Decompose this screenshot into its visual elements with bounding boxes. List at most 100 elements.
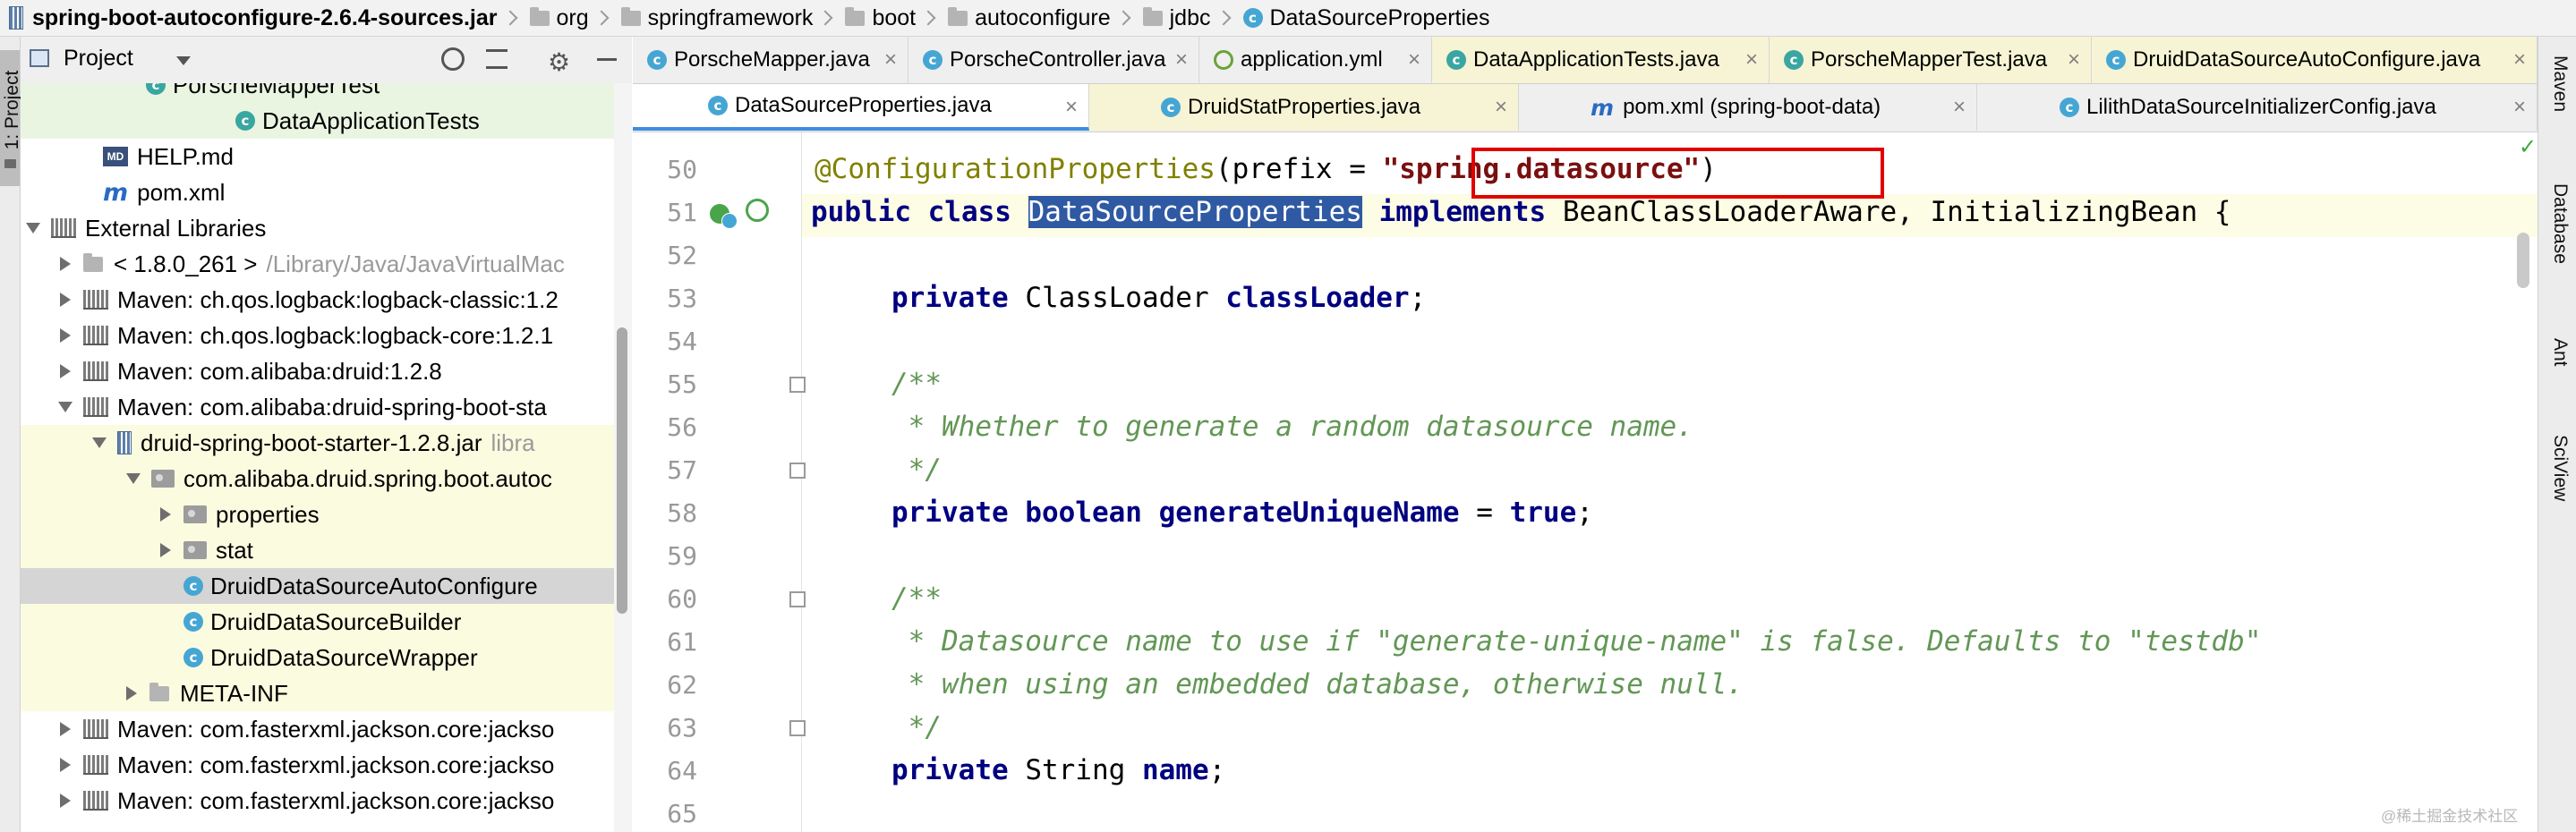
close-icon[interactable]: × (884, 47, 897, 72)
tree-item[interactable]: c PorscheMapperTest (21, 83, 614, 103)
class-icon: c (183, 648, 203, 667)
tree-item[interactable]: Maven: ch.qos.logback:logback-classic:1.… (21, 282, 614, 318)
breadcrumb: spring-boot-autoconfigure-2.6.4-sources.… (0, 0, 2576, 37)
ant-tool-button[interactable]: Ant (2542, 338, 2571, 367)
keyword: true (1509, 497, 1577, 529)
chevron-right-icon[interactable] (60, 257, 71, 271)
line-number: 58 (667, 498, 697, 528)
line-number: 65 (667, 799, 697, 828)
library-icon (83, 326, 108, 345)
fold-marker-icon[interactable] (789, 720, 806, 736)
fold-marker-icon[interactable] (789, 377, 806, 393)
tree-item[interactable]: Maven: com.fasterxml.jackson.core:jackso (21, 783, 614, 819)
close-icon[interactable]: × (2513, 95, 2526, 120)
locate-icon[interactable] (441, 47, 465, 71)
tree-item[interactable]: Maven: com.fasterxml.jackson.core:jackso (21, 747, 614, 783)
tab-druid-datasource-auto-configure[interactable]: c DruidDataSourceAutoConfigure.java × (2092, 37, 2538, 83)
code-token: ; (1409, 282, 1427, 314)
close-icon[interactable]: × (2068, 47, 2080, 72)
editor-scroll-thumb[interactable] (2517, 233, 2529, 288)
tab-porsche-mapper-test[interactable]: c PorscheMapperTest.java × (1770, 37, 2092, 83)
tree-item[interactable]: com.alibaba.druid.spring.boot.autoc (21, 461, 614, 497)
tab-data-application-tests[interactable]: c DataApplicationTests.java × (1432, 37, 1770, 83)
tree-item[interactable]: stat (21, 532, 614, 568)
chevron-down-icon[interactable] (126, 473, 141, 484)
tab-datasource-properties[interactable]: c DataSourceProperties.java × (633, 84, 1089, 131)
field: name (1141, 754, 1209, 786)
tree-item[interactable]: c DruidDataSourceBuilder (21, 604, 614, 640)
tree-item[interactable]: c DataApplicationTests (21, 103, 614, 139)
sciview-tool-button[interactable]: SciView (2542, 435, 2571, 501)
breadcrumb-item-org[interactable]: org (521, 5, 589, 31)
fold-marker-icon[interactable] (789, 463, 806, 479)
folder-icon (149, 682, 169, 701)
tree-item[interactable]: Maven: com.alibaba:druid:1.2.8 (21, 353, 614, 389)
maven-tool-button[interactable]: Maven (2542, 55, 2571, 112)
collapse-all-icon[interactable] (486, 49, 508, 69)
database-tool-button[interactable]: Database (2542, 183, 2571, 264)
chevron-right-icon (817, 10, 833, 26)
chevron-right-icon[interactable] (126, 686, 137, 700)
tree-item[interactable]: MD HELP.md (21, 139, 614, 174)
close-icon[interactable]: × (1953, 95, 1966, 120)
folder-icon (948, 6, 968, 26)
tree-item[interactable]: Maven: com.fasterxml.jackson.core:jackso (21, 711, 614, 747)
chevron-down-icon[interactable] (58, 402, 73, 412)
tree-item[interactable]: druid-spring-boot-starter-1.2.8.jar libra (21, 425, 614, 461)
tree-item[interactable]: META-INF (21, 675, 614, 711)
class-icon: c (183, 612, 203, 632)
chevron-right-icon[interactable] (60, 794, 71, 808)
project-view-title[interactable]: Project (64, 46, 133, 72)
chevron-right-icon[interactable] (60, 293, 71, 307)
tree-item[interactable]: External Libraries (21, 210, 614, 246)
chevron-down-icon[interactable] (26, 223, 40, 233)
tree-item[interactable]: m pom.xml (21, 174, 614, 210)
line-number: 62 (667, 670, 697, 700)
breadcrumb-item-springframework[interactable]: springframework (612, 5, 813, 31)
tab-porsche-mapper[interactable]: c PorscheMapper.java × (633, 37, 908, 83)
tab-porsche-controller[interactable]: c PorscheController.java × (908, 37, 1199, 83)
code-token: ; (1576, 497, 1593, 529)
gear-icon[interactable]: ⚙ (548, 47, 570, 77)
breadcrumb-item-jar[interactable]: spring-boot-autoconfigure-2.6.4-sources.… (0, 5, 498, 31)
tab-application-yml[interactable]: application.yml × (1199, 37, 1432, 83)
close-icon[interactable]: × (2513, 47, 2526, 72)
tree-item[interactable]: Maven: ch.qos.logback:logback-core:1.2.1 (21, 318, 614, 353)
close-icon[interactable]: × (1745, 47, 1758, 72)
folder-icon (620, 6, 641, 26)
tab-druid-stat-properties[interactable]: c DruidStatProperties.java × (1089, 84, 1519, 131)
hide-panel-icon[interactable] (597, 58, 617, 61)
tab-lilith-datasource-initializer-config[interactable]: c LilithDataSourceInitializerConfig.java × (1977, 84, 2538, 131)
project-view-icon (30, 49, 49, 67)
close-icon[interactable]: × (1495, 95, 1507, 120)
close-icon[interactable]: × (1175, 47, 1188, 72)
chevron-right-icon[interactable] (160, 507, 171, 522)
close-icon[interactable]: × (1408, 47, 1420, 72)
tree-item-selected[interactable]: c DruidDataSourceAutoConfigure (21, 568, 614, 604)
tree-item-label: Maven: com.fasterxml.jackson.core:jackso (117, 786, 555, 814)
chevron-right-icon[interactable] (60, 364, 71, 378)
chevron-right-icon[interactable] (60, 758, 71, 772)
project-tool-label: 1: Project (2, 70, 22, 150)
chevron-down-icon[interactable] (92, 437, 107, 448)
chevron-right-icon[interactable] (60, 328, 71, 343)
breadcrumb-item-jdbc[interactable]: jdbc (1134, 5, 1211, 31)
project-tree-scroll-thumb[interactable] (617, 327, 627, 614)
breadcrumb-item-autoconfigure[interactable]: autoconfigure (939, 5, 1111, 31)
close-icon[interactable]: × (1065, 95, 1078, 120)
fold-marker-icon[interactable] (789, 591, 806, 607)
folder-icon (4, 159, 16, 168)
tree-item-label: properties (216, 500, 320, 528)
tree-item[interactable]: properties (21, 497, 614, 532)
breadcrumb-item-boot[interactable]: boot (836, 5, 916, 31)
chevron-right-icon[interactable] (60, 722, 71, 736)
tab-pom-xml[interactable]: m pom.xml (spring-boot-data) × (1519, 84, 1977, 131)
chevron-down-icon[interactable] (176, 56, 191, 65)
implements-icon[interactable] (746, 199, 769, 222)
tree-item[interactable]: < 1.8.0_261 > /Library/Java/JavaVirtualMa… (21, 246, 614, 282)
breadcrumb-item-class[interactable]: c DataSourceProperties (1234, 5, 1489, 31)
tree-item[interactable]: c DruidDataSourceWrapper (21, 640, 614, 675)
chevron-right-icon[interactable] (160, 543, 171, 557)
annotation: @ConfigurationProperties (815, 153, 1215, 185)
tree-item[interactable]: Maven: com.alibaba:druid-spring-boot-sta (21, 389, 614, 425)
